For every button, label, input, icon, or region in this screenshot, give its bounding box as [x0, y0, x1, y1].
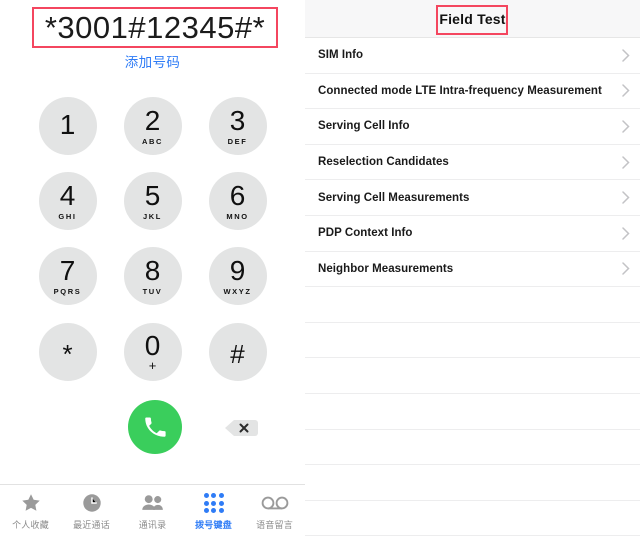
star-icon [20, 491, 42, 515]
dialpad-key-digit: 0 [144, 330, 161, 361]
call-controls-row [0, 400, 305, 460]
field-test-row-reselection-candidates[interactable]: Reselection Candidates [305, 145, 640, 181]
dialpad-key-digit: 1 [59, 108, 76, 140]
field-test-row-neighbor-measurements[interactable]: Neighbor Measurements [305, 252, 640, 288]
screenshot-root: *3001#12345#* 添加号码 1 2 ABC 3 DEF 4 GHI 5… [0, 0, 640, 539]
dialpad-key-8[interactable]: 8 TUV [123, 247, 182, 305]
dialpad-key-digit: 7 [59, 254, 76, 286]
tab-label: 通讯录 [138, 520, 167, 530]
field-test-row-label: SIM Info [318, 49, 364, 62]
field-test-row-sim-info[interactable]: SIM Info [305, 38, 640, 74]
dialpad-key-7[interactable]: 7 PQRS [38, 247, 97, 305]
tab-recents[interactable]: 最近通话 [61, 485, 122, 539]
dialpad-key-digit: 6 [229, 179, 246, 211]
field-test-row-empty [305, 323, 640, 359]
field-test-row-label: Serving Cell Measurements [318, 191, 470, 204]
field-test-row-label: Connected mode LTE Intra-frequency Measu… [318, 84, 602, 97]
dialpad-key-letters: ABC [141, 136, 164, 146]
dialpad-row: * 0 + # [0, 323, 305, 385]
dialpad-key-6[interactable]: 6 MNO [208, 172, 267, 230]
field-test-row-pdp-context-info[interactable]: PDP Context Info [305, 216, 640, 252]
dialpad-key-digit: 9 [229, 254, 246, 286]
phone-icon [145, 417, 166, 437]
delete-backspace-button[interactable] [222, 415, 260, 440]
dialed-number-annotation-box [32, 7, 278, 48]
dialpad-key-2[interactable]: 2 ABC [123, 97, 182, 155]
chevron-right-icon [616, 262, 636, 276]
dialpad-key-digit: 4 [59, 179, 76, 211]
clock-icon [81, 491, 103, 515]
dialpad-key-digit: 5 [144, 179, 161, 211]
tab-label: 拨号键盘 [195, 520, 232, 530]
field-test-row-label: Neighbor Measurements [318, 262, 454, 275]
dialpad-key-9[interactable]: 9 WXYZ [208, 247, 267, 305]
chevron-right-icon [616, 84, 636, 98]
dialpad-key-letters: DEF [227, 136, 248, 146]
field-test-row-connected-mode-lte[interactable]: Connected mode LTE Intra-frequency Measu… [305, 74, 640, 110]
chevron-right-icon [616, 227, 636, 240]
dialpad-key-digit: # [230, 338, 245, 369]
field-test-list: SIM Info Connected mode LTE Intra-freque… [305, 38, 640, 537]
dialpad-key-letters: TUV [142, 286, 163, 296]
dialpad-row: 4 GHI 5 JKL 6 MNO [0, 172, 305, 234]
tab-favorites[interactable]: 个人收藏 [0, 485, 61, 539]
dialpad-key-digit: 8 [144, 254, 161, 286]
dialpad-key-hash[interactable]: # [208, 323, 267, 381]
dialpad-key-1[interactable]: 1 [38, 97, 97, 155]
dialpad-row: 7 PQRS 8 TUV 9 WXYZ [0, 247, 305, 309]
field-test-row-serving-cell-info[interactable]: Serving Cell Info [305, 109, 640, 145]
contacts-icon [141, 491, 165, 515]
dialpad-key-digit: * [62, 338, 73, 369]
dialpad-key-letters: MNO [226, 211, 249, 221]
dialpad-key-digit: 3 [229, 104, 246, 136]
voicemail-icon [261, 491, 289, 515]
field-test-row-label: Serving Cell Info [318, 120, 410, 133]
dialpad-key-3[interactable]: 3 DEF [208, 97, 267, 155]
add-number-link[interactable]: 添加号码 [0, 51, 305, 71]
dialpad-key-star[interactable]: * [38, 323, 97, 381]
tab-label: 最近通话 [73, 520, 110, 530]
field-test-row-empty [305, 358, 640, 394]
tab-label: 个人收藏 [12, 520, 49, 530]
tab-label: 语音留言 [256, 520, 293, 530]
chevron-right-icon [616, 155, 636, 169]
dialpad-row: 1 2 ABC 3 DEF [0, 97, 305, 159]
dialpad-key-letters: GHI [58, 211, 77, 221]
dialpad-key-5[interactable]: 5 JKL [123, 172, 182, 230]
field-test-row-serving-cell-measurements[interactable]: Serving Cell Measurements [305, 180, 640, 216]
chevron-right-icon [616, 191, 636, 204]
tab-voicemail[interactable]: 语音留言 [244, 485, 305, 539]
dialpad-key-letters: PQRS [53, 286, 82, 296]
field-test-row-empty [305, 394, 640, 430]
field-test-row-empty [305, 287, 640, 323]
call-button[interactable] [128, 400, 182, 454]
field-test-row-label: Reselection Candidates [318, 156, 449, 169]
field-test-row-empty [305, 465, 640, 501]
dialpad-key-letters: WXYZ [223, 286, 252, 296]
dialpad-key-digit: 2 [144, 104, 161, 136]
field-test-row-empty [305, 430, 640, 466]
tab-keypad[interactable]: 拨号键盘 [183, 485, 244, 539]
backspace-icon [225, 419, 258, 436]
dialpad-key-4[interactable]: 4 GHI [38, 172, 97, 230]
field-test-title-annotation-box [436, 5, 508, 35]
dialpad: 1 2 ABC 3 DEF 4 GHI 5 JKL 6 MNO 7 PQRS 8… [0, 97, 305, 409]
dialpad-key-letters: + [148, 358, 157, 373]
field-test-row-empty [305, 501, 640, 537]
field-test-row-label: PDP Context Info [318, 227, 413, 240]
phone-dialer-pane: *3001#12345#* 添加号码 1 2 ABC 3 DEF 4 GHI 5… [0, 0, 305, 539]
tab-contacts[interactable]: 通讯录 [122, 485, 183, 539]
chevron-right-icon [616, 120, 636, 133]
field-test-pane: Field Test SIM Info Connected mode LTE I… [305, 0, 640, 539]
dialpad-key-letters: JKL [143, 211, 162, 221]
tab-bar: 个人收藏 最近通话 通讯录 拨号键盘 语音留言 [0, 484, 305, 539]
dialpad-key-0[interactable]: 0 + [123, 323, 182, 381]
chevron-right-icon [616, 49, 636, 62]
keypad-icon [203, 491, 224, 515]
